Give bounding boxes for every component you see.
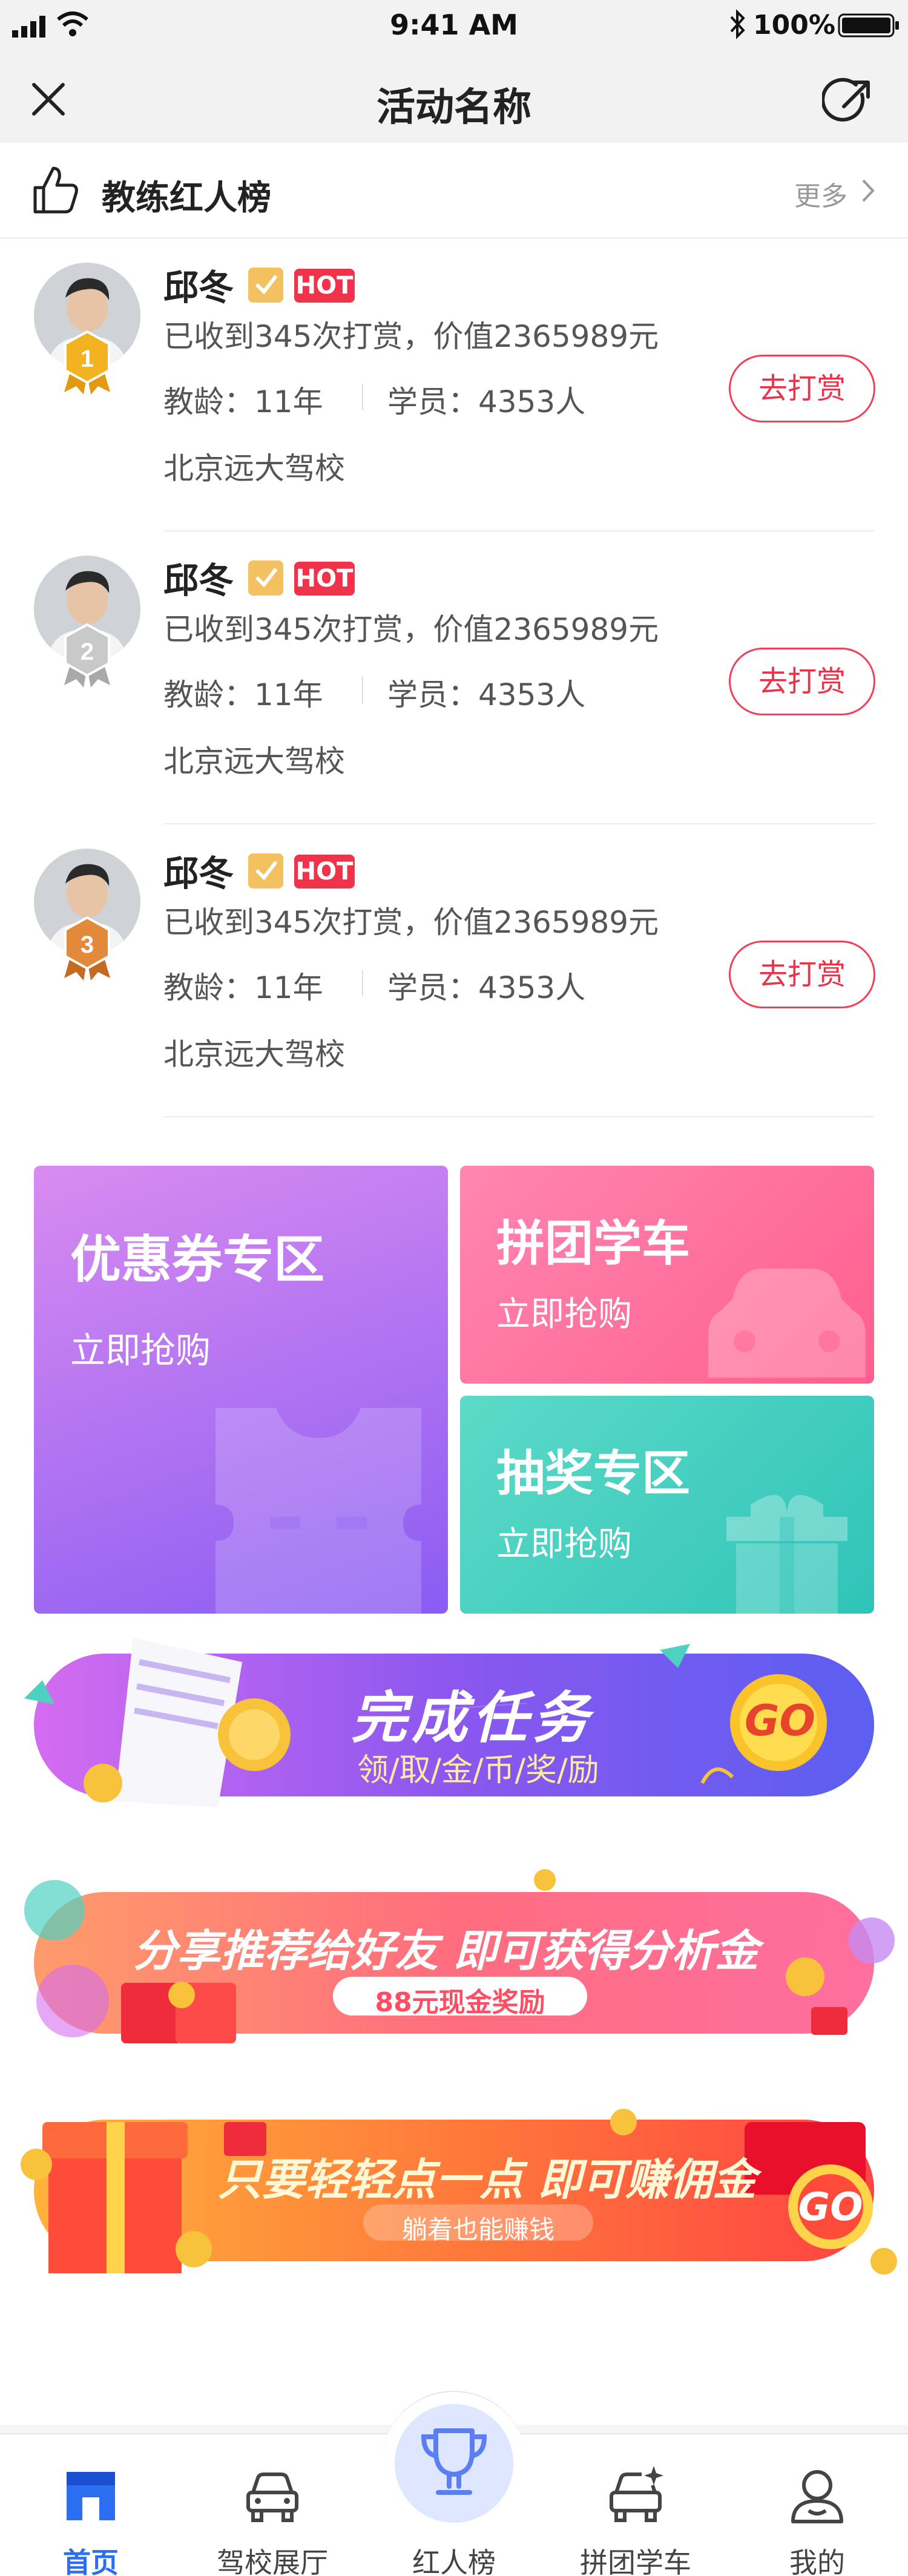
- gift-icon: [726, 1495, 847, 1614]
- earn-banner[interactable]: 只要轻轻点一点 即可赚佣金 躺着也能赚钱 GO: [0, 2098, 908, 2292]
- car-icon: [246, 2472, 298, 2522]
- divider: [362, 384, 363, 410]
- tile-title: 优惠券专区: [70, 1230, 325, 1289]
- tab-home[interactable]: 首页: [18, 2434, 163, 2576]
- share-icon[interactable]: [822, 76, 874, 128]
- share-banner-sub: 88元现金奖励: [375, 1987, 545, 2018]
- battery-icon: [838, 13, 899, 38]
- coach-tips-summary: 已收到345次打赏，价值2365989元: [163, 319, 659, 354]
- tip-button[interactable]: 去打赏: [729, 648, 875, 715]
- medal-rank: 2: [81, 639, 94, 665]
- coupon-icon: [215, 1408, 421, 1614]
- coach-school: 北京远大驾校: [163, 744, 345, 779]
- coach-row: 3 邱冬 HOT 已收到345次打赏，价值2365989元 教龄：11年 学员：…: [0, 824, 908, 1117]
- tile-title: 抽奖专区: [496, 1445, 690, 1502]
- bronze-medal-icon: 3: [64, 916, 110, 981]
- tile-subtitle: 立即抢购: [496, 1525, 632, 1564]
- coach-tips-summary: 已收到345次打赏，价值2365989元: [163, 905, 659, 940]
- group-learning-tile[interactable]: 拼团学车 立即抢购: [460, 1166, 874, 1384]
- share-banner[interactable]: 分享推荐给好友 即可获得分析金 88元现金奖励: [0, 1868, 908, 2062]
- bottom-tab-bar: 首页 驾校展厅 红人榜 拼团学车 我的: [0, 2391, 908, 2576]
- nav-bar: 活动名称: [0, 53, 908, 143]
- trophy-icon[interactable]: [418, 2425, 490, 2502]
- coach-row: 1 邱冬 HOT 已收到345次打赏，价值2365989元 教龄：11年 学员：…: [0, 238, 908, 531]
- tip-button[interactable]: 去打赏: [729, 355, 875, 422]
- verified-icon: [248, 853, 283, 889]
- task-banner-title: 完成任务: [351, 1686, 594, 1750]
- coach-years: 教龄：11年: [163, 384, 323, 419]
- status-bar: 9:41 AM 100%: [0, 0, 908, 53]
- battery-percent: 100%: [753, 10, 835, 41]
- leaderboard-header: 教练红人榜 更多: [0, 143, 908, 238]
- sparkle-car-icon: [610, 2466, 663, 2522]
- coach-name: 邱冬: [163, 560, 234, 601]
- divider: [362, 970, 363, 996]
- task-banner[interactable]: 完成任务 领/取/金/币/奖/励 GO: [0, 1626, 908, 1832]
- app-screen: 9:41 AM 100% 活动名称 教练红人榜 更多 1 邱冬 HOT 已收到3…: [0, 0, 908, 2576]
- chevron-right-icon[interactable]: [860, 178, 877, 203]
- home-icon: [67, 2472, 115, 2520]
- tip-button[interactable]: 去打赏: [729, 941, 875, 1008]
- user-icon: [791, 2470, 843, 2523]
- verified-icon: [248, 268, 283, 303]
- hot-badge: HOT: [294, 269, 355, 303]
- tab-mine[interactable]: 我的: [745, 2434, 890, 2576]
- tab-driving-school-hall[interactable]: 驾校展厅: [200, 2434, 345, 2576]
- lottery-zone-tile[interactable]: 抽奖专区 立即抢购: [460, 1396, 874, 1614]
- tile-title: 拼团学车: [496, 1215, 690, 1272]
- more-link[interactable]: 更多: [794, 174, 847, 213]
- coach-tips-summary: 已收到345次打赏，价值2365989元: [163, 612, 659, 647]
- go-label[interactable]: GO: [745, 1696, 815, 1746]
- verified-icon: [248, 560, 283, 596]
- coach-students: 学员：4353人: [387, 384, 586, 419]
- tab-label: 我的: [789, 2546, 845, 2576]
- coach-students: 学员：4353人: [387, 970, 586, 1005]
- bluetooth-icon: [730, 9, 745, 39]
- car-icon: [708, 1269, 866, 1378]
- coach-name: 邱冬: [163, 267, 234, 308]
- leaderboard-title: 教练红人榜: [102, 179, 271, 218]
- tab-label: 拼团学车: [580, 2546, 691, 2576]
- tile-subtitle: 立即抢购: [496, 1295, 632, 1334]
- row-divider: [163, 1116, 874, 1117]
- divider: [362, 677, 363, 703]
- medal-rank: 3: [81, 932, 94, 958]
- go-label[interactable]: GO: [798, 2185, 863, 2230]
- gold-medal-icon: 1: [64, 330, 110, 395]
- coach-years: 教龄：11年: [163, 970, 323, 1005]
- coach-years: 教龄：11年: [163, 677, 323, 712]
- earn-banner-sub: 躺着也能赚钱: [401, 2215, 554, 2244]
- hot-badge: HOT: [294, 562, 355, 596]
- page-title: 活动名称: [377, 85, 531, 130]
- thumbs-up-icon: [33, 166, 78, 214]
- coach-row: 2 邱冬 HOT 已收到345次打赏，价值2365989元 教龄：11年 学员：…: [0, 531, 908, 824]
- hot-badge: HOT: [294, 855, 355, 889]
- silver-medal-icon: 2: [64, 623, 110, 688]
- tab-label[interactable]: 红人榜: [381, 2541, 527, 2576]
- coach-name: 邱冬: [163, 853, 234, 894]
- coupon-zone-tile[interactable]: 优惠券专区 立即抢购: [34, 1166, 448, 1614]
- coach-leaderboard: 教练红人榜 更多 1 邱冬 HOT 已收到345次打赏，价值2365989元 教…: [0, 143, 908, 1142]
- medal-rank: 1: [81, 346, 94, 372]
- coach-students: 学员：4353人: [387, 677, 586, 712]
- coach-school: 北京远大驾校: [163, 451, 345, 486]
- tab-group-learning[interactable]: 拼团学车: [563, 2434, 708, 2576]
- earn-banner-title: 只要轻轻点一点 即可赚佣金: [218, 2154, 757, 2205]
- share-banner-title: 分享推荐给好友 即可获得分析金: [133, 1925, 759, 1976]
- coach-school: 北京远大驾校: [163, 1037, 345, 1072]
- promo-section: 优惠券专区 立即抢购 拼团学车 立即抢购 抽奖专区 立即抢购 完成任务 领/取/…: [0, 1142, 908, 2425]
- tab-label: 驾校展厅: [217, 2546, 328, 2576]
- tab-label: 首页: [63, 2546, 119, 2576]
- task-banner-subtitle: 领/取/金/币/奖/励: [357, 1752, 599, 1789]
- tile-subtitle: 立即抢购: [70, 1330, 211, 1371]
